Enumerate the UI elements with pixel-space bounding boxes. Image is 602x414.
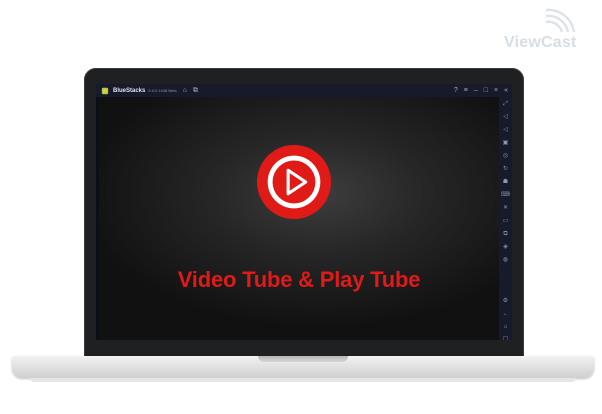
fullscreen-icon[interactable]: ⤢ <box>501 100 510 109</box>
rotate-icon[interactable]: ↻ <box>501 165 510 174</box>
volume-down-icon[interactable]: ◁ <box>501 126 510 135</box>
emulator-version: 5.0.0.1048 Beta <box>148 88 177 93</box>
signal-arcs-icon <box>545 8 576 33</box>
macros-icon[interactable]: ◈ <box>501 243 510 252</box>
keyboard-controls-icon[interactable]: ⌨ <box>501 191 510 200</box>
collapse-sidebar-icon[interactable]: « <box>504 84 508 97</box>
emulator-sidebar: ⤢ ◁ ◁ ▣ ◎ ↻ ☗ ⌨ ✕ ▭ ⧉ ◈ ◍ ⚙ ← ⌂ ▢ <box>499 97 512 340</box>
laptop-screen: BlueStacks 5.0.0.1048 Beta ⌂ ⧉ ? ≡ – □ ×… <box>96 84 512 340</box>
screen-record-icon[interactable]: ▣ <box>501 139 510 148</box>
play-button-icon[interactable] <box>255 143 333 221</box>
watermark-text: ViewCast <box>504 34 577 51</box>
app-splash-screen: Video Tube & Play Tube <box>99 97 499 340</box>
laptop-base-shadow <box>30 378 576 382</box>
menu-icon[interactable]: ≡ <box>464 84 468 97</box>
eco-mode-icon[interactable]: ◍ <box>501 256 510 265</box>
screenshot-icon[interactable]: ◎ <box>501 152 510 161</box>
home-icon[interactable]: ⌂ <box>183 84 187 97</box>
emulator-title: BlueStacks <box>113 87 146 94</box>
close-icon[interactable]: × <box>494 84 498 97</box>
media-manager-icon[interactable]: ✕ <box>501 204 510 213</box>
recent-apps-icon[interactable]: ▢ <box>501 335 510 340</box>
multi-instance-manager-icon[interactable]: ⧉ <box>501 230 510 239</box>
app-name: Video Tube & Play Tube <box>177 267 421 292</box>
home-icon[interactable]: ⌂ <box>501 323 510 332</box>
back-icon[interactable]: ← <box>501 310 510 319</box>
bluestacks-logo-icon <box>101 87 109 94</box>
settings-icon[interactable]: ⚙ <box>501 297 510 306</box>
volume-up-icon[interactable]: ◁ <box>501 113 510 122</box>
multi-instance-icon[interactable]: ⧉ <box>193 84 198 97</box>
shake-icon[interactable]: ☗ <box>501 178 510 187</box>
window-controls: ? ≡ – □ × « <box>448 84 508 97</box>
folder-icon[interactable]: ▭ <box>501 217 510 226</box>
emulator-titlebar: BlueStacks 5.0.0.1048 Beta ⌂ ⧉ ? ≡ – □ ×… <box>96 84 512 97</box>
help-icon[interactable]: ? <box>454 84 458 97</box>
viewcast-watermark: ViewCast <box>498 6 598 54</box>
minimize-icon[interactable]: – <box>474 84 478 97</box>
maximize-icon[interactable]: □ <box>484 84 488 97</box>
laptop-hinge-notch <box>258 356 348 362</box>
